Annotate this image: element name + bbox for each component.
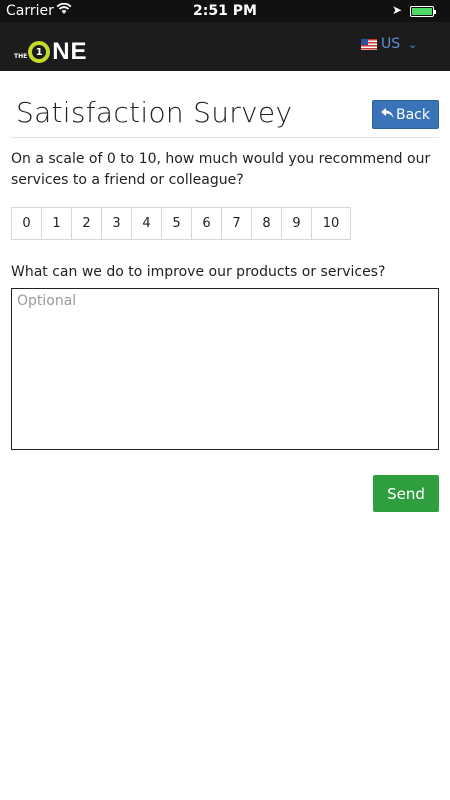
score-option[interactable]: 2 <box>72 208 102 239</box>
logo-small-text: THE <box>14 52 28 60</box>
score-option[interactable]: 3 <box>102 208 132 239</box>
score-option[interactable]: 7 <box>222 208 252 239</box>
send-button[interactable]: Send <box>373 475 439 512</box>
feedback-textarea[interactable] <box>11 288 439 450</box>
recommend-scale: 0 1 2 3 4 5 6 7 8 9 10 <box>11 207 351 240</box>
recommend-question: On a scale of 0 to 10, how much would yo… <box>11 151 431 188</box>
battery-level <box>412 8 432 15</box>
back-button[interactable]: Back <box>372 100 439 129</box>
score-option[interactable]: 8 <box>252 208 282 239</box>
score-option[interactable]: 1 <box>42 208 72 239</box>
us-flag-icon <box>361 38 377 50</box>
logo-main-text: NE <box>52 38 88 65</box>
app-logo[interactable]: THE 1 NE <box>14 38 88 66</box>
score-option[interactable]: 10 <box>312 208 350 239</box>
chevron-down-icon: ⌄ <box>408 37 418 51</box>
score-option[interactable]: 4 <box>132 208 162 239</box>
score-option[interactable]: 6 <box>192 208 222 239</box>
score-option[interactable]: 0 <box>12 208 42 239</box>
back-button-label: Back <box>396 106 430 123</box>
improve-question: What can we do to improve our products o… <box>11 264 386 280</box>
status-time: 2:51 PM <box>193 3 257 19</box>
language-selector[interactable]: US ⌄ <box>361 36 417 52</box>
location-arrow-icon: ➤ <box>392 3 403 17</box>
score-option[interactable]: 9 <box>282 208 312 239</box>
status-bar: Carrier 2:51 PM ➤ <box>0 0 450 22</box>
language-code: US <box>381 36 401 52</box>
title-divider <box>11 137 439 138</box>
page-title: Satisfaction Survey <box>16 96 293 129</box>
app-header: THE 1 NE US ⌄ <box>0 22 450 71</box>
battery-icon <box>410 6 436 17</box>
score-option[interactable]: 5 <box>162 208 192 239</box>
send-button-label: Send <box>387 484 425 503</box>
back-arrow-icon <box>381 107 394 123</box>
logo-one-icon: 1 <box>28 41 51 63</box>
